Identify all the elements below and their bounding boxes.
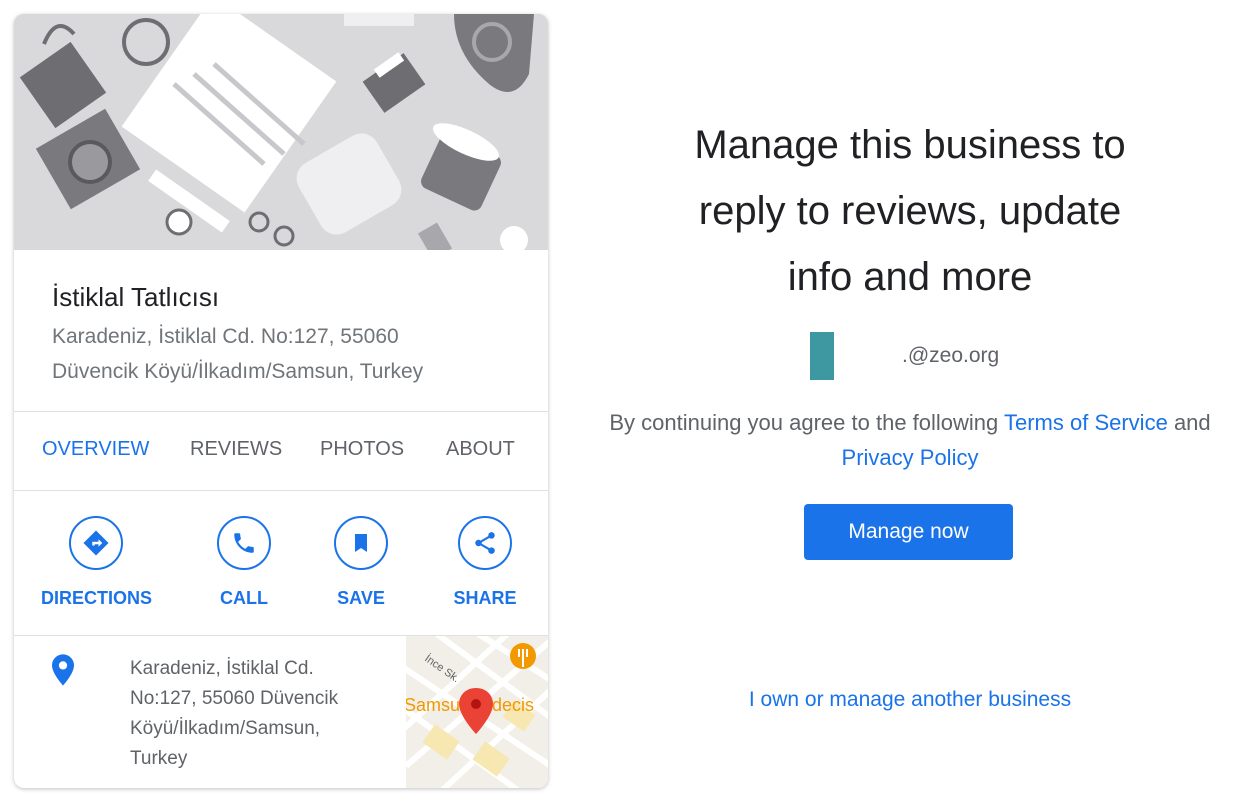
address-detail-line: Köyü/İlkadım/Samsun, [130, 718, 321, 739]
address-detail-line: Karadeniz, İstiklal Cd. [130, 658, 314, 679]
tab-reviews[interactable]: REVIEWS [190, 438, 282, 461]
share-icon [458, 516, 512, 570]
another-business-link[interactable]: I own or manage another business [590, 688, 1230, 712]
directions-button[interactable]: DIRECTIONS [41, 516, 153, 609]
tab-photos[interactable]: PHOTOS [320, 438, 404, 461]
address-detail-line: No:127, 55060 Düvencik [130, 688, 339, 709]
business-name: İstiklal Tatlıcısı [52, 282, 220, 312]
hero-illustration [14, 14, 548, 250]
manage-now-button[interactable]: Manage now [804, 504, 1013, 560]
call-label: CALL [220, 588, 268, 608]
account-avatar [810, 332, 834, 380]
tab-about[interactable]: ABOUT [446, 438, 515, 461]
address-line: Karadeniz, İstiklal Cd. No:127, 55060 [52, 325, 399, 348]
directions-icon [69, 516, 123, 570]
terms-and: and [1173, 410, 1211, 435]
account-email: .@zeo.org [902, 344, 1000, 367]
save-label: SAVE [337, 588, 385, 608]
headline-line: reply to reviews, update [698, 189, 1122, 233]
location-pin-icon [52, 654, 74, 691]
privacy-policy-link[interactable]: Privacy Policy [842, 445, 979, 470]
save-button[interactable]: SAVE [306, 516, 416, 609]
bookmark-icon [334, 516, 388, 570]
share-button[interactable]: SHARE [430, 516, 540, 609]
headline-line: Manage this business to [694, 123, 1126, 167]
terms-of-service-link[interactable]: Terms of Service [1004, 410, 1168, 435]
address-line: Düvencik Köyü/İlkadım/Samsun, Turkey [52, 360, 424, 383]
call-button[interactable]: CALL [189, 516, 299, 609]
address-detail-line: Turkey [130, 748, 188, 769]
directions-label: DIRECTIONS [41, 588, 153, 608]
divider [14, 490, 548, 491]
tab-overview[interactable]: OVERVIEW [42, 438, 149, 461]
terms-text: By continuing you agree to the following… [590, 405, 1230, 475]
manage-headline: Manage this business to reply to reviews… [590, 112, 1230, 310]
terms-prefix: By continuing you agree to the following [609, 410, 999, 435]
business-address: Karadeniz, İstiklal Cd. No:127, 55060 Dü… [52, 319, 522, 389]
mini-map[interactable]: İnce Sk. Samsun Hidecis [406, 636, 548, 788]
phone-icon [217, 516, 271, 570]
business-card: İstiklal Tatlıcısı Karadeniz, İstiklal C… [14, 14, 548, 788]
headline-line: info and more [787, 255, 1033, 299]
share-label: SHARE [453, 588, 517, 608]
address-detail[interactable]: Karadeniz, İstiklal Cd. No:127, 55060 Dü… [130, 654, 390, 774]
divider [14, 411, 548, 412]
